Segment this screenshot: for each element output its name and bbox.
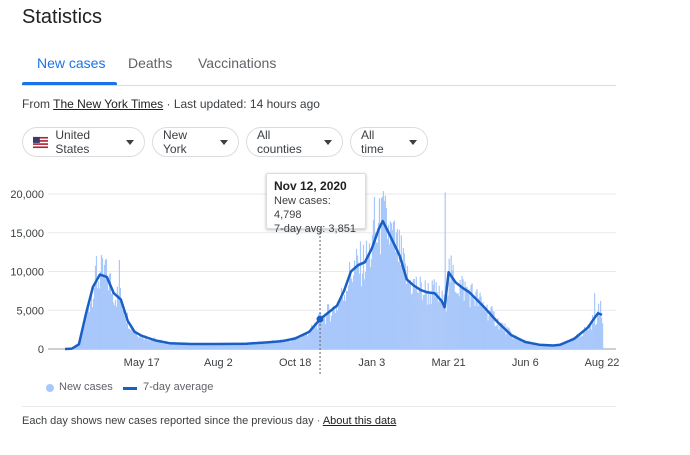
y-tick-label: 10,000 bbox=[10, 267, 44, 279]
x-tick-label: Aug 2 bbox=[204, 357, 233, 369]
last-updated: · Last updated: 14 hours ago bbox=[163, 97, 320, 111]
x-tick-label: Jun 6 bbox=[512, 357, 539, 369]
y-tick-label: 5,000 bbox=[16, 305, 44, 317]
county-select-label: All counties bbox=[257, 128, 302, 156]
tab-deaths[interactable]: Deaths bbox=[128, 55, 172, 71]
time-range-select[interactable]: All time bbox=[350, 127, 428, 157]
footer-divider bbox=[22, 406, 616, 407]
tooltip-avg: 7-day avg: 3,851 bbox=[274, 223, 356, 235]
chevron-down-icon bbox=[409, 139, 417, 145]
chevron-down-icon bbox=[126, 139, 134, 145]
tab-vaccinations[interactable]: Vaccinations bbox=[198, 55, 276, 71]
footer: Each day shows new cases reported since … bbox=[22, 415, 396, 427]
y-tick-label: 0 bbox=[38, 344, 44, 356]
source-prefix: From bbox=[22, 97, 54, 111]
tooltip-new-cases: New cases: 4,798 bbox=[274, 195, 331, 221]
chevron-down-icon bbox=[220, 139, 228, 145]
page-title: Statistics bbox=[22, 6, 103, 28]
source-line: From The New York Times · Last updated: … bbox=[22, 97, 320, 111]
new-cases-legend-dot bbox=[46, 384, 54, 392]
y-tick-label: 15,000 bbox=[10, 228, 44, 240]
county-select[interactable]: All counties bbox=[246, 127, 343, 157]
y-tick-label: 20,000 bbox=[10, 189, 44, 201]
tab-new-cases[interactable]: New cases bbox=[37, 55, 105, 71]
about-data-link[interactable]: About this data bbox=[323, 415, 396, 427]
avg-legend-label: 7-day average bbox=[143, 381, 214, 393]
tab-bar: New cases Deaths Vaccinations bbox=[22, 45, 616, 86]
x-tick-label: Aug 22 bbox=[585, 357, 620, 369]
chevron-down-icon bbox=[324, 139, 332, 145]
x-tick-label: Oct 18 bbox=[279, 357, 311, 369]
tooltip-date: Nov 12, 2020 bbox=[274, 179, 347, 193]
footer-text: Each day shows new cases reported since … bbox=[22, 415, 314, 427]
state-select-label: New York bbox=[163, 128, 188, 156]
x-tick-label: Mar 21 bbox=[431, 357, 465, 369]
us-flag-icon bbox=[33, 136, 49, 148]
source-link[interactable]: The New York Times bbox=[53, 97, 163, 111]
time-range-select-label: All time bbox=[361, 128, 384, 156]
country-select[interactable]: United States bbox=[22, 127, 145, 157]
active-tab-indicator bbox=[22, 82, 117, 85]
new-cases-legend-label: New cases bbox=[59, 381, 113, 393]
footer-separator: · bbox=[313, 415, 323, 427]
x-tick-label: May 17 bbox=[124, 357, 160, 369]
x-tick-label: Jan 3 bbox=[358, 357, 385, 369]
avg-legend-line bbox=[123, 387, 137, 390]
state-select[interactable]: New York bbox=[152, 127, 239, 157]
country-select-label: United States bbox=[55, 128, 91, 156]
chart-tooltip: Nov 12, 2020 New cases: 4,798 7-day avg:… bbox=[266, 173, 366, 235]
hover-dot bbox=[316, 315, 324, 323]
daily-bar bbox=[602, 323, 604, 349]
